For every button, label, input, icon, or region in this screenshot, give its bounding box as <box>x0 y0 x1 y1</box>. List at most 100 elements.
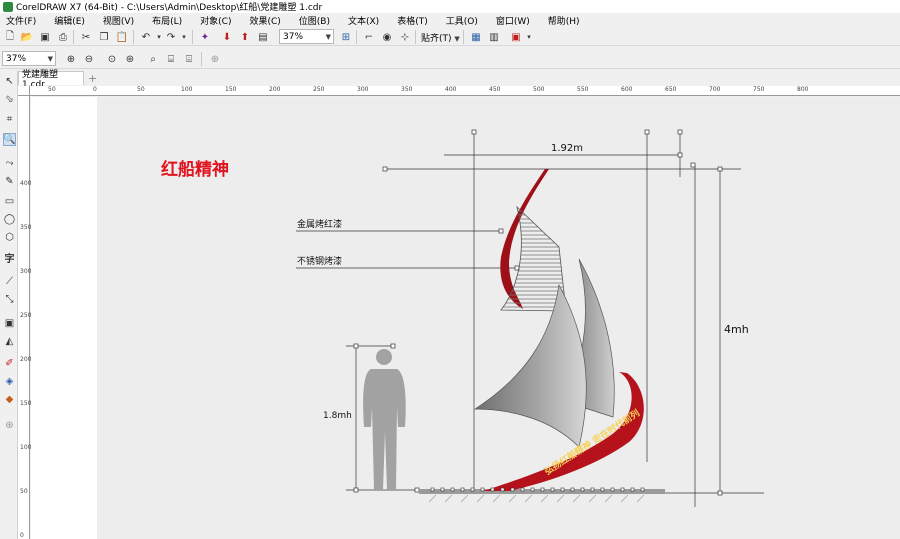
copy-icon[interactable]: ❐ <box>97 30 111 44</box>
chevron-down-icon: ▼ <box>454 35 460 43</box>
ruler-label: 250 <box>313 86 325 93</box>
zoom-to-selected-icon[interactable]: ⊙ <box>105 52 119 66</box>
zoom-to-page-icon[interactable]: ⌕ <box>146 52 160 66</box>
freehand-tool-icon[interactable]: ⤳ <box>3 157 16 170</box>
sail-hatched[interactable] <box>500 205 567 312</box>
new-document-icon[interactable]: 🗋 <box>3 30 17 44</box>
person-height-label[interactable]: 1.8mh <box>323 411 352 421</box>
zoom-levels-combo[interactable]: 37% ▼ <box>2 51 56 66</box>
zoom-out-icon[interactable]: ⊖ <box>82 52 96 66</box>
import-icon[interactable]: ⬇ <box>220 30 234 44</box>
print-icon[interactable]: ⎙ <box>56 30 70 44</box>
title-bar: CorelDRAW X7 (64-Bit) - C:\Users\Admin\D… <box>0 0 900 13</box>
ruler-label: 200 <box>269 86 281 93</box>
menu-edit[interactable]: 编辑(E) <box>52 14 87 27</box>
dimension-tool-icon[interactable]: ⟋ <box>3 275 16 288</box>
menu-text[interactable]: 文本(X) <box>346 14 381 27</box>
ruler-label: 50 <box>20 488 28 495</box>
ruler-label: 300 <box>20 268 32 275</box>
polygon-tool-icon[interactable]: ⬡ <box>3 231 16 244</box>
material-label-metal[interactable]: 金属烤红漆 <box>297 218 342 230</box>
pick-tool-icon[interactable]: ↖ <box>3 75 16 88</box>
menu-table[interactable]: 表格(T) <box>395 14 430 27</box>
redo-icon[interactable]: ↷ <box>164 30 178 44</box>
cut-icon[interactable]: ✂ <box>79 30 93 44</box>
menu-effects[interactable]: 效果(C) <box>247 14 282 27</box>
person-silhouette[interactable] <box>363 349 406 490</box>
export-icon[interactable]: ⬆ <box>238 30 252 44</box>
paste-icon[interactable]: 📋 <box>115 30 129 44</box>
tab-document[interactable]: 党建雕塑 1.cdr <box>18 70 84 90</box>
options-icon[interactable]: ▦ <box>469 30 483 44</box>
show-grid-icon[interactable]: ◉ <box>380 30 394 44</box>
full-screen-preview-icon[interactable]: ⊞ <box>339 30 353 44</box>
publish-pdf-icon[interactable]: ▤ <box>256 30 270 44</box>
snap-to-dropdown[interactable]: 贴齐(T) ▼ <box>421 31 460 44</box>
ruler-label: 350 <box>401 86 413 93</box>
zoom-level-value: 37% <box>283 31 304 42</box>
drawing-heading[interactable]: 红船精神 <box>161 159 229 180</box>
artistic-media-tool-icon[interactable]: ✎ <box>3 175 16 188</box>
add-icon[interactable]: ⊕ <box>208 52 222 66</box>
document-tab-bar: 党建雕塑 1.cdr + <box>18 70 900 90</box>
coreldraw-app-icon <box>3 1 13 12</box>
menu-help[interactable]: 帮助(H) <box>546 14 582 27</box>
show-guidelines-icon[interactable]: ⊹ <box>398 30 412 44</box>
menu-window[interactable]: 窗口(W) <box>494 14 532 27</box>
menu-bar: 文件(F) 编辑(E) 视图(V) 布局(L) 对象(C) 效果(C) 位图(B… <box>0 13 900 28</box>
horizontal-ruler[interactable]: 50 0 50 100 150 200 250 300 350 400 450 … <box>30 86 900 96</box>
width-dimension-label[interactable]: 1.92m <box>551 143 583 154</box>
text-tool-icon[interactable]: 字 <box>3 251 16 265</box>
open-icon[interactable]: 📂 <box>20 30 34 44</box>
drop-shadow-tool-icon[interactable]: ▣ <box>3 317 16 330</box>
crop-tool-icon[interactable]: ⌗ <box>3 113 16 126</box>
ruler-label: 100 <box>181 86 193 93</box>
material-label-steel[interactable]: 不锈钢烤漆 <box>297 255 342 267</box>
menu-file[interactable]: 文件(F) <box>4 14 38 27</box>
redo-dropdown-icon[interactable]: ▾ <box>177 30 191 44</box>
zoom-to-height-icon[interactable]: ⌹ <box>182 52 196 66</box>
save-icon[interactable]: ▣ <box>38 30 52 44</box>
ruler-label: 800 <box>797 86 809 93</box>
interactive-fill-icon[interactable]: ◈ <box>3 375 16 388</box>
ruler-label: 50 <box>137 86 145 93</box>
welcome-screen-icon[interactable]: ▣ <box>509 30 523 44</box>
ruler-label: 150 <box>225 86 237 93</box>
zoom-levels-value: 37% <box>6 53 27 64</box>
height-dimension-label[interactable]: 4mh <box>724 323 749 336</box>
color-eyedropper-icon[interactable]: ✐ <box>3 357 16 370</box>
search-content-icon[interactable]: ✦ <box>198 30 212 44</box>
rectangle-tool-icon[interactable]: ▭ <box>3 195 16 208</box>
menu-tools[interactable]: 工具(O) <box>444 14 480 27</box>
menu-object[interactable]: 对象(C) <box>198 14 233 27</box>
zoom-to-all-objects-icon[interactable]: ⊛ <box>123 52 137 66</box>
ellipse-tool-icon[interactable]: ◯ <box>3 213 16 226</box>
smart-fill-icon[interactable]: ◆ <box>3 393 16 406</box>
zoom-in-icon[interactable]: ⊕ <box>64 52 78 66</box>
show-rulers-icon[interactable]: ⌐ <box>362 30 376 44</box>
add-tab-icon[interactable]: + <box>88 72 97 85</box>
ruler-label: 100 <box>20 444 32 451</box>
transparency-tool-icon[interactable]: ◭ <box>3 335 16 348</box>
vertical-ruler[interactable]: 400 350 300 250 200 150 100 50 0 <box>18 96 32 539</box>
menu-view[interactable]: 视图(V) <box>101 14 136 27</box>
ruler-origin[interactable] <box>18 86 30 96</box>
undo-icon[interactable]: ↶ <box>139 30 153 44</box>
menu-bitmaps[interactable]: 位图(B) <box>297 14 332 27</box>
standard-toolbar: 🗋 📂 ▣ ⎙ ✂ ❐ 📋 ↶ ▾ ↷ ▾ ✦ ⬇ ⬆ ▤ 37% ▼ ⊞ ⌐ … <box>0 28 900 46</box>
toolbar-separator <box>463 30 464 44</box>
add-tool-icon[interactable]: ⊕ <box>3 419 16 432</box>
application-launcher-icon[interactable]: ▥ <box>487 30 501 44</box>
chevron-down-icon[interactable]: ▾ <box>522 30 536 44</box>
ruler-label: 700 <box>709 86 721 93</box>
zoom-level-combo[interactable]: 37% ▼ <box>279 29 334 44</box>
connector-tool-icon[interactable]: ⤡ <box>3 293 16 306</box>
zoom-tool-icon[interactable]: 🔍 <box>3 133 16 146</box>
ruler-label: 300 <box>357 86 369 93</box>
menu-layout[interactable]: 布局(L) <box>150 14 184 27</box>
zoom-to-width-icon[interactable]: ⌸ <box>164 52 178 66</box>
ground-hatch <box>428 494 645 503</box>
shape-tool-icon[interactable]: ⬂ <box>3 93 16 106</box>
drawing-canvas[interactable]: 红船精神 1.92m 4mh 1.8mh 金属烤红漆 不锈钢烤漆 弘扬红船精神 … <box>31 97 900 539</box>
toolbar-separator <box>73 30 74 44</box>
